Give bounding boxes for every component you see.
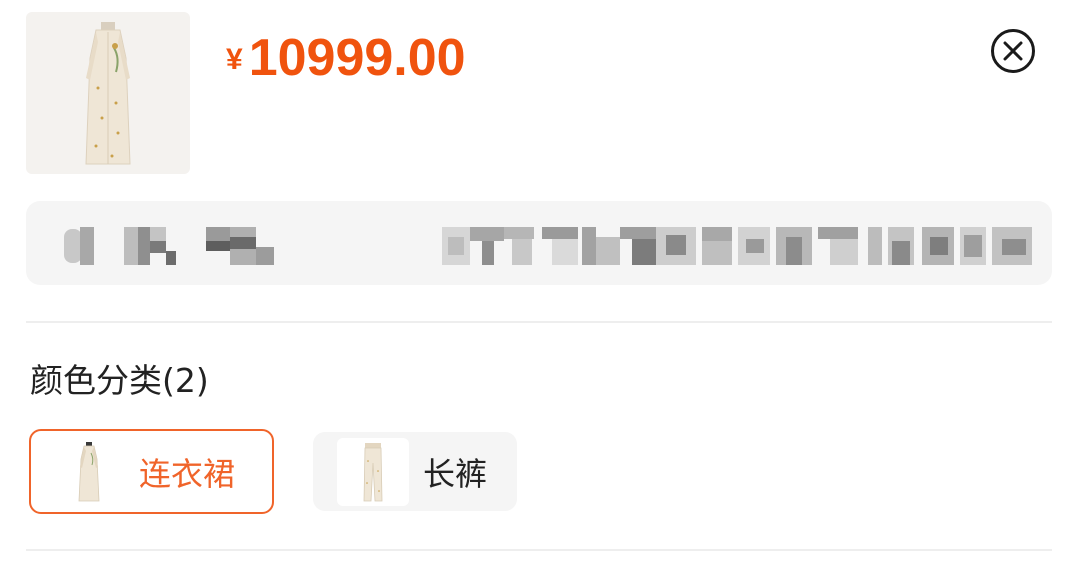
dress-image-icon — [78, 441, 100, 501]
option-label: 长裤 — [423, 454, 488, 493]
option-image — [337, 437, 409, 506]
price-amount: 10999.00 — [248, 29, 466, 87]
option-image — [53, 437, 125, 506]
divider — [26, 549, 1052, 551]
redacted-address — [442, 227, 1032, 265]
option-group-title: 颜色分类(2) — [30, 361, 209, 400]
shipping-address[interactable] — [26, 201, 1052, 285]
pants-image-icon — [363, 442, 383, 501]
redacted-name — [80, 227, 274, 265]
option-pants[interactable]: 长裤 — [313, 432, 517, 511]
close-icon — [1003, 41, 1023, 61]
dress-image-icon — [85, 22, 131, 165]
option-label: 连衣裙 — [139, 454, 236, 493]
product-price: ¥10999.00 — [226, 28, 466, 88]
currency-symbol: ¥ — [226, 43, 243, 76]
divider — [26, 321, 1052, 323]
close-button[interactable] — [991, 29, 1035, 73]
option-dress[interactable]: 连衣裙 — [29, 429, 274, 514]
product-thumbnail[interactable] — [26, 12, 190, 174]
